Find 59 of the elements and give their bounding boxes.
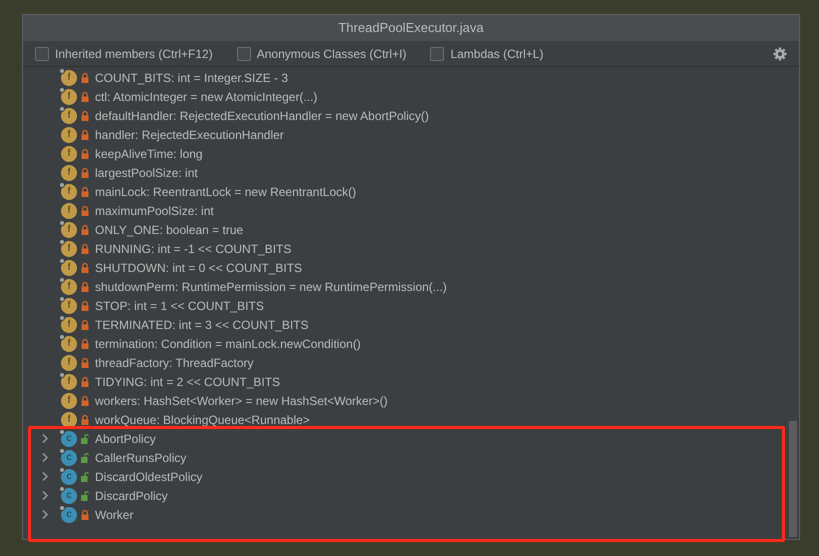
field-icon: f	[61, 70, 77, 86]
field-icon: f	[61, 354, 77, 370]
field-signature[interactable]: ONLY_ONE: boolean = true	[95, 220, 244, 238]
field-icon: f	[61, 412, 77, 428]
field-signature[interactable]: largestPoolSize: int	[95, 164, 198, 182]
field-icon: f	[61, 184, 77, 200]
field-signature[interactable]: defaultHandler: RejectedExecutionHandler = new AbortPolicy()	[95, 106, 429, 124]
class-name[interactable]: DiscardPolicy	[95, 486, 168, 504]
field-icon: f	[61, 260, 77, 276]
field-signature[interactable]: keepAliveTime: long	[95, 144, 203, 162]
chevron-icon[interactable]	[41, 472, 49, 481]
scrollbar-thumb[interactable]	[789, 421, 797, 537]
chevron-icon[interactable]	[41, 491, 49, 500]
chevron-icon[interactable]	[41, 434, 49, 443]
field-signature[interactable]: TIDYING: int = 2 << COUNT_BITS	[95, 372, 280, 390]
chevron-icon[interactable]	[41, 453, 49, 462]
field-icon: f	[61, 336, 77, 352]
class-name[interactable]: AbortPolicy	[95, 430, 156, 448]
field-signature[interactable]: maximumPoolSize: int	[95, 202, 214, 220]
field-signature[interactable]: threadFactory: ThreadFactory	[95, 354, 254, 372]
field-signature[interactable]: shutdownPerm: RuntimePermission = new RuntimePermission(...)	[95, 278, 447, 296]
field-signature[interactable]: ctl: AtomicInteger = new AtomicInteger(...)	[95, 88, 318, 106]
field-signature[interactable]: termination: Condition = mainLock.newCondition()	[95, 334, 361, 352]
field-icon: f	[61, 374, 77, 390]
field-icon: f	[61, 240, 77, 256]
class-icon: c	[61, 450, 77, 466]
class-name[interactable]: Worker	[95, 506, 134, 524]
checkbox-option[interactable]: Lambdas (Ctrl+L)	[430, 44, 544, 62]
settings-icon[interactable]	[773, 46, 787, 60]
field-icon: f	[61, 146, 77, 162]
field-icon: f	[61, 164, 77, 180]
field-signature[interactable]: COUNT_BITS: int = Integer.SIZE - 3	[95, 68, 288, 86]
field-signature[interactable]: STOP: int = 1 << COUNT_BITS	[95, 296, 264, 314]
class-name[interactable]: CallerRunsPolicy	[95, 448, 186, 466]
field-signature[interactable]: handler: RejectedExecutionHandler	[95, 126, 284, 144]
class-icon: c	[61, 506, 77, 522]
field-icon: f	[61, 88, 77, 104]
field-icon: f	[61, 108, 77, 124]
field-icon: f	[61, 126, 77, 142]
field-icon: f	[61, 392, 77, 408]
checkbox-option[interactable]: Anonymous Classes (Ctrl+I)	[236, 44, 406, 62]
field-icon: f	[61, 222, 77, 238]
window-title: ThreadPoolExecutor.java	[23, 15, 799, 41]
field-signature[interactable]: TERMINATED: int = 3 << COUNT_BITS	[95, 316, 308, 334]
class-name[interactable]: DiscardOldestPolicy	[95, 468, 202, 486]
field-signature[interactable]: SHUTDOWN: int = 0 << COUNT_BITS	[95, 258, 302, 276]
field-signature[interactable]: workers: HashSet<Worker> = new HashSet<Worker>()	[95, 392, 388, 410]
field-icon: f	[61, 278, 77, 294]
field-icon: f	[61, 316, 77, 332]
class-icon: c	[61, 488, 77, 504]
class-icon: c	[61, 468, 77, 484]
field-signature[interactable]: workQueue: BlockingQueue<Runnable>	[95, 410, 310, 428]
field-icon: f	[61, 298, 77, 314]
checkbox-option[interactable]: Inherited members (Ctrl+F12)	[35, 44, 213, 62]
field-signature[interactable]: mainLock: ReentrantLock = new ReentrantLock()	[95, 182, 356, 200]
field-signature[interactable]: RUNNING: int = -1 << COUNT_BITS	[95, 240, 292, 258]
class-icon: c	[61, 430, 77, 446]
field-icon: f	[61, 202, 77, 218]
chevron-icon[interactable]	[41, 510, 49, 519]
